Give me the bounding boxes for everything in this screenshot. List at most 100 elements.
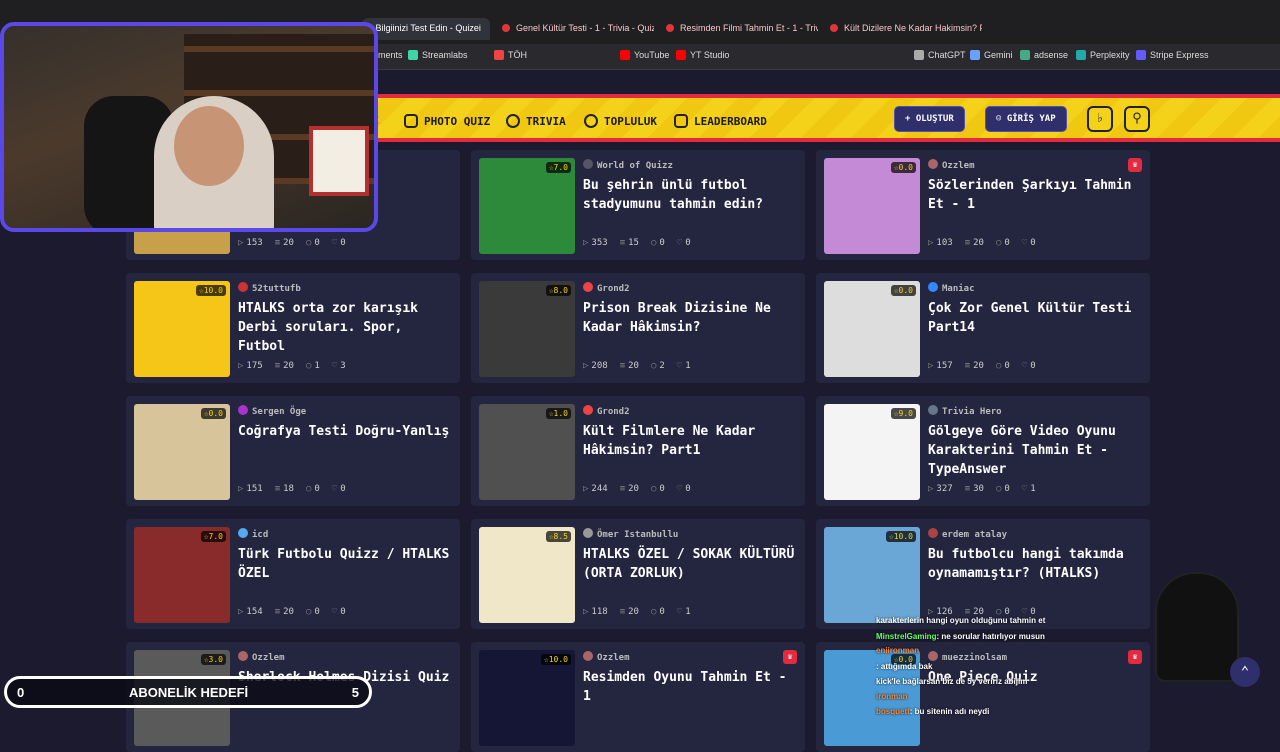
quiz-stats: ▷ 244 ≡ 20 ○ 0 ♡ 0 <box>583 484 703 494</box>
tab-label: Genel Kültür Testi - 1 - Trivia - Quizei <box>516 23 654 33</box>
comments-stat: ○ 1 <box>305 361 320 371</box>
author-name[interactable]: icd <box>238 528 268 540</box>
rating-badge: ☆7.0 <box>200 531 226 542</box>
quiz-title[interactable]: Çok Zor Genel Kültür Testi Part14 <box>928 299 1142 337</box>
quiz-card[interactable]: ☆0.0 Ozzlem Sözlerinden Şarkıyı Tahmin Et … <box>816 150 1150 260</box>
quiz-card[interactable]: ☆8.5 Ömer Istanbullu HTALKS ÖZEL / SOKAK K… <box>471 519 805 629</box>
scroll-top-button[interactable]: ⌃ <box>1230 657 1260 687</box>
bookmark[interactable]: TÖH <box>494 50 527 60</box>
quiz-title[interactable]: HTALKS ÖZEL / SOKAK KÜLTÜRÜ (ORTA ZORLUK… <box>583 545 797 583</box>
streamlabs-icon <box>408 50 418 60</box>
browser-tab[interactable]: - Bilgiinizi Test Edin - Quizei <box>362 18 490 40</box>
create-button[interactable]: + OLUŞTUR <box>894 106 965 132</box>
quiz-title[interactable]: HTALKS orta zor karışık Derbi soruları. … <box>238 299 452 356</box>
questions-icon: ≡ <box>274 484 281 494</box>
quiz-card[interactable]: ☆10.0 Ozzlem Resimden Oyunu Tahmin Et - 1 ♛ <box>471 642 805 752</box>
sub-label: ABONELİK HEDEFİ <box>129 685 249 700</box>
author-name[interactable]: Ömer Istanbullu <box>583 528 678 540</box>
author-name[interactable]: Ozzlem <box>238 651 285 663</box>
rating-badge: ☆0.0 <box>200 408 226 419</box>
bookmark[interactable]: ChatGPT <box>914 50 966 60</box>
bookmark[interactable]: ments <box>378 50 403 60</box>
nav-item-topluluk[interactable]: TOPLULUK <box>584 114 657 128</box>
quiz-title[interactable]: Resimden Oyunu Tahmin Et - 1 <box>583 668 797 706</box>
rating-badge: ☆1.0 <box>545 408 571 419</box>
comments-stat: ○ 2 <box>650 361 665 371</box>
questions-stat: ≡ 20 <box>274 607 294 617</box>
rating-badge: ☆10.0 <box>195 285 226 296</box>
bell-icon[interactable]: ♭ <box>1087 106 1113 132</box>
quiz-card[interactable]: ☆7.0 icd Türk Futbolu Quizz / HTALKS ÖZEL ▷… <box>126 519 460 629</box>
quiz-title[interactable]: Bu futbolcu hangi takımda oynamamıştır? … <box>928 545 1142 583</box>
quizei-icon <box>666 24 674 32</box>
quiz-title[interactable]: Gölgeye Göre Video Oyunu Karakterini Tah… <box>928 422 1142 479</box>
author-name[interactable]: Maniac <box>928 282 975 294</box>
browser-tab[interactable]: Genel Kültür Testi - 1 - Trivia - Quizei <box>494 18 654 40</box>
subscription-goal-bar: 0 ABONELİK HEDEFİ 5 <box>4 676 372 708</box>
quiz-card[interactable]: ☆1.0 Grond2 Kült Filmlere Ne Kadar Hâkimsi… <box>471 396 805 506</box>
heart-icon: ♡ <box>1021 361 1028 371</box>
comment-icon: ○ <box>995 238 1002 248</box>
nav-item-photo-quiz[interactable]: PHOTO QUIZ <box>404 114 490 128</box>
nav-item-leaderboard[interactable]: LEADERBOARD <box>674 114 767 128</box>
questions-stat: ≡ 20 <box>619 607 639 617</box>
login-button[interactable]: ☺ GİRİŞ YAP <box>985 106 1067 132</box>
play-icon: ▷ <box>928 361 934 371</box>
browser-tab[interactable]: Resimden Filmi Tahmin Et - 1 - Trivia <box>658 18 818 40</box>
quiz-title[interactable]: Coğrafya Testi Doğru-Yanlış <box>238 422 452 441</box>
author-name[interactable]: Sergen Öge <box>238 405 306 417</box>
author-name[interactable]: Trivia Hero <box>928 405 1002 417</box>
quiz-title[interactable]: Türk Futbolu Quizz / HTALKS ÖZEL <box>238 545 452 583</box>
quiz-title[interactable]: Prison Break Dizisine Ne Kadar Hâkimsin? <box>583 299 797 337</box>
bookmark[interactable]: Gemini <box>970 50 1013 60</box>
author-name[interactable]: World of Quizz <box>583 159 673 171</box>
webcam-overlay <box>0 22 378 232</box>
quiz-card[interactable]: ☆0.0 muezzinolsam One Piece Quiz ♛ <box>816 642 1150 752</box>
bookmark[interactable]: YouTube <box>620 50 669 60</box>
avatar <box>238 282 248 292</box>
nav-item-trivia[interactable]: TRIVIA <box>506 114 566 128</box>
quiz-card[interactable]: ☆9.0 Trivia Hero Gölgeye Göre Video Oyunu … <box>816 396 1150 506</box>
tab-label: Resimden Filmi Tahmin Et - 1 - Trivia <box>680 23 818 33</box>
play-icon: ▷ <box>238 484 244 494</box>
author-name[interactable]: Ozzlem <box>928 159 975 171</box>
browser-tab[interactable]: Kült Dizilere Ne Kadar Hakimsin? Par <box>822 18 982 40</box>
bookmark[interactable]: adsense <box>1020 50 1068 60</box>
author-name[interactable]: Ozzlem <box>583 651 630 663</box>
bookmark[interactable]: Streamlabs <box>408 50 468 60</box>
comment-icon: ○ <box>650 484 657 494</box>
quiz-card[interactable]: ☆7.0 World of Quizz Bu şehrin ünlü futbol … <box>471 150 805 260</box>
gemini-icon <box>970 50 980 60</box>
questions-stat: ≡ 20 <box>964 238 984 248</box>
comment-icon: ○ <box>650 361 657 371</box>
questions-icon: ≡ <box>619 607 626 617</box>
author-name[interactable]: Grond2 <box>583 405 630 417</box>
author-name[interactable]: Grond2 <box>583 282 630 294</box>
author-name[interactable]: 52tuttufb <box>238 282 301 294</box>
tab-label: - Bilgiinizi Test Edin - Quizei <box>370 23 481 33</box>
quiz-card[interactable]: ☆0.0 Sergen Öge Coğrafya Testi Doğru-Yanlı… <box>126 396 460 506</box>
heart-icon: ♡ <box>676 607 683 617</box>
quiz-card[interactable]: ☆10.0 erdem atalay Bu futbolcu hangi takım… <box>816 519 1150 629</box>
perplexity-icon <box>1076 50 1086 60</box>
bookmark[interactable]: Perplexity <box>1076 50 1130 60</box>
quiz-card[interactable]: ☆10.0 52tuttufb HTALKS orta zor karışık De… <box>126 273 460 383</box>
rating-badge: ☆8.5 <box>545 531 571 542</box>
chat-message: : attığımda bak <box>876 662 933 671</box>
quiz-title[interactable]: Sözlerinden Şarkıyı Tahmin Et - 1 <box>928 176 1142 214</box>
bookmark[interactable]: YT Studio <box>676 50 729 60</box>
bookmark[interactable]: Stripe Express <box>1136 50 1209 60</box>
play-icon: ▷ <box>583 238 589 248</box>
avatar <box>583 282 593 292</box>
search-icon[interactable]: ⚲ <box>1124 106 1150 132</box>
quiz-title[interactable]: Bu şehrin ünlü futbol stadyumunu tahmin … <box>583 176 797 214</box>
play-icon: ▷ <box>238 607 244 617</box>
author-name[interactable]: muezzinolsam <box>928 651 1007 663</box>
author-name[interactable]: erdem atalay <box>928 528 1007 540</box>
quiz-card[interactable]: ☆0.0 Maniac Çok Zor Genel Kültür Testi Par… <box>816 273 1150 383</box>
quiz-card[interactable]: ☆8.0 Grond2 Prison Break Dizisine Ne Kadar… <box>471 273 805 383</box>
likes-stat: ♡ 1 <box>1021 484 1036 494</box>
quiz-title[interactable]: Kült Filmlere Ne Kadar Hâkimsin? Part1 <box>583 422 797 460</box>
play-icon: ▷ <box>238 361 244 371</box>
quiz-thumbnail: ☆10.0 <box>134 281 230 377</box>
